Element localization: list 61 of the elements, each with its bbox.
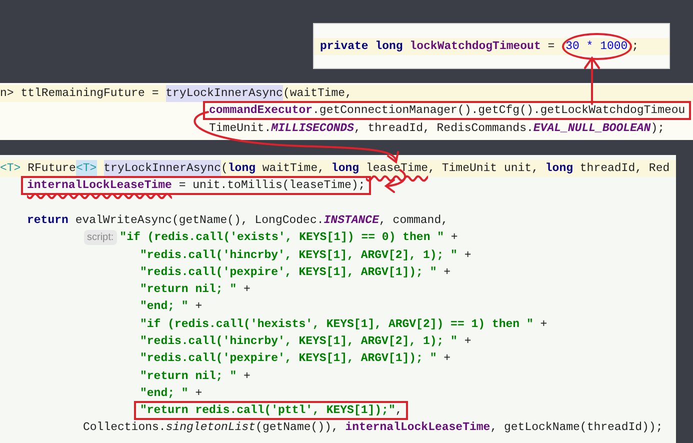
- code-string: "if (redis.call('hexists', KEYS[1], ARGV[2]) == 1) then ": [140, 316, 534, 333]
- code-keyword: long: [545, 161, 573, 178]
- code-text: threadId, Red: [578, 161, 670, 178]
- code-string: "end; ": [140, 386, 188, 402]
- code-constant: INSTANCE: [324, 212, 379, 229]
- code-text: +: [539, 316, 548, 333]
- code-type-parameter: <T>: [0, 161, 21, 178]
- code-text: +: [242, 282, 250, 298]
- code-text: .getConnectionManager().getCfg().getLockWatchdogTimeou: [312, 104, 686, 118]
- code-text: =: [546, 39, 556, 56]
- code-text: +: [242, 368, 250, 385]
- code-text: = unit.toMillis(leaseTime);: [178, 179, 366, 192]
- code-string: "redis.call('pexpire', KEYS[1], ARGV[1]); ": [140, 351, 437, 368]
- code-text: (getName()),: [256, 420, 340, 436]
- code-string: "redis.call('hincrby', KEYS[1], ARGV[2], 1); ": [140, 248, 458, 264]
- code-method-call: singletonList: [166, 420, 256, 436]
- code-constant: MILLISECONDS: [271, 120, 354, 137]
- code-method-name: tryLockInnerAsync: [104, 160, 221, 178]
- code-keyword: long: [228, 161, 256, 178]
- code-constant: EVAL_NULL_BOOLEAN: [533, 120, 651, 137]
- code-text: ,: [395, 404, 402, 418]
- code-field: internalLockLeaseTime: [345, 419, 490, 437]
- code-text: , threadId, RedisCommands.: [354, 120, 534, 137]
- code-text: , command,: [378, 212, 448, 229]
- code-text: +: [194, 386, 202, 402]
- code-text: ;: [632, 39, 639, 56]
- code-field: internalLockLeaseTime: [27, 179, 172, 192]
- code-text: +: [463, 334, 472, 350]
- code-string: "redis.call('pexpire', KEYS[1], ARGV[1]); ": [140, 264, 437, 281]
- code-string: "redis.call('hincrby', KEYS[1], ARGV[2], 1); ": [140, 334, 458, 350]
- code-field: commandExecutor: [209, 104, 313, 118]
- code-string: "return nil; ": [140, 368, 237, 385]
- code-text: , TimeUnit unit,: [428, 161, 540, 178]
- code-keyword: return: [27, 212, 68, 229]
- code-number: 30 * 1000: [562, 33, 632, 60]
- code-string: "if (redis.call('exists', KEYS[1]) == 0) then ": [120, 230, 444, 246]
- code-string: "end; ": [140, 299, 188, 316]
- code-text: +: [442, 351, 451, 368]
- code-text: leaseTime: [366, 161, 428, 178]
- code-text: (: [220, 161, 228, 178]
- code-type-parameter: <T>: [76, 160, 97, 178]
- code-text: +: [194, 299, 202, 316]
- code-keyword: long: [331, 161, 360, 178]
- code-text: +: [442, 264, 451, 281]
- code-text: (waitTime,: [282, 86, 352, 102]
- code-text: n> ttlRemainingFuture =: [0, 86, 160, 102]
- code-keyword: private long: [320, 39, 403, 56]
- code-text: , getLockName(threadId));: [490, 420, 663, 436]
- parameter-hint: script:: [84, 230, 117, 246]
- code-text: Collections.: [83, 420, 166, 436]
- code-text: RFuture: [26, 161, 76, 178]
- code-string: "return redis.call('pttl', KEYS[1]);": [140, 404, 396, 418]
- code-text: evalWriteAsync(getName(), LongCodec.: [74, 212, 324, 229]
- code-text: +: [450, 230, 458, 246]
- code-method-name: tryLockInnerAsync: [166, 85, 283, 102]
- code-text: waitTime,: [261, 161, 326, 178]
- code-text: TimeUnit.: [209, 120, 272, 137]
- code-field: lockWatchdogTimeout: [402, 38, 541, 56]
- code-text: +: [463, 248, 472, 264]
- code-string: "return nil; ": [140, 282, 237, 298]
- code-text: );: [650, 120, 665, 137]
